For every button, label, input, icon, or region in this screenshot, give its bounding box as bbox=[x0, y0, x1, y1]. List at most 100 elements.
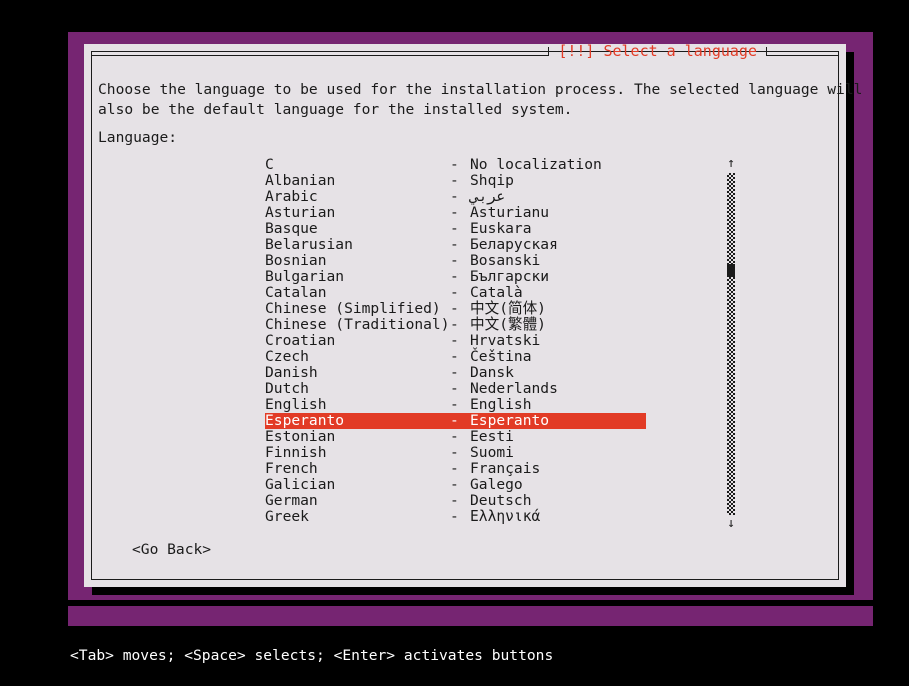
language-list-item[interactable]: Arabic - عربي bbox=[265, 189, 646, 205]
language-list-item[interactable]: Galician - Galego bbox=[265, 477, 646, 493]
language-separator-dash: - bbox=[450, 300, 459, 317]
language-native-name: Esperanto bbox=[470, 412, 550, 429]
language-native-name: Français bbox=[470, 460, 541, 477]
language-list-item[interactable]: Estonian - Eesti bbox=[265, 429, 646, 445]
language-english-name: Belarusian bbox=[265, 236, 353, 253]
language-native-name: No localization bbox=[470, 156, 602, 173]
language-separator-dash: - bbox=[450, 156, 459, 173]
language-list-item[interactable]: Finnish - Suomi bbox=[265, 445, 646, 461]
language-list-item[interactable]: Catalan - Català bbox=[265, 285, 646, 301]
language-english-name: Esperanto bbox=[265, 412, 345, 429]
language-list-scrollbar[interactable]: ↑ ↓ bbox=[724, 157, 738, 531]
language-native-name: Dansk bbox=[470, 364, 514, 381]
language-separator-dash: - bbox=[450, 268, 459, 285]
language-separator-dash: - bbox=[450, 428, 459, 445]
language-native-name: Deutsch bbox=[470, 492, 532, 509]
language-list-item[interactable]: Basque - Euskara bbox=[265, 221, 646, 237]
language-list-item[interactable]: Czech - Čeština bbox=[265, 349, 646, 365]
language-list-item[interactable]: Danish - Dansk bbox=[265, 365, 646, 381]
language-list-item[interactable]: English - English bbox=[265, 397, 646, 413]
language-separator-dash: - bbox=[450, 460, 459, 477]
language-english-name: Albanian bbox=[265, 172, 336, 189]
language-english-name: Catalan bbox=[265, 284, 327, 301]
language-list-item[interactable]: Belarusian - Беларуская bbox=[265, 237, 646, 253]
titlebar-rule-left bbox=[91, 46, 550, 56]
statusbar-hint-text: <Tab> moves; <Space> selects; <Enter> ac… bbox=[70, 647, 554, 664]
language-list-item[interactable]: Dutch - Nederlands bbox=[265, 381, 646, 397]
language-separator-dash: - bbox=[450, 492, 459, 509]
language-list-item[interactable]: Esperanto - Esperanto bbox=[265, 413, 646, 429]
language-native-name: Asturianu bbox=[470, 204, 550, 221]
language-english-name: Croatian bbox=[265, 332, 336, 349]
language-english-name: Bosnian bbox=[265, 252, 327, 269]
language-separator-dash: - bbox=[450, 284, 459, 301]
language-english-name: Danish bbox=[265, 364, 318, 381]
scroll-down-arrow-icon[interactable]: ↓ bbox=[724, 517, 738, 531]
language-english-name: Galician bbox=[265, 476, 336, 493]
select-language-dialog: [!!] Select a language Choose the langua… bbox=[84, 41, 862, 587]
language-english-name: German bbox=[265, 492, 318, 509]
language-native-name: عربي bbox=[470, 188, 506, 205]
language-english-name: Czech bbox=[265, 348, 309, 365]
language-english-name: English bbox=[265, 396, 327, 413]
language-separator-dash: - bbox=[450, 380, 459, 397]
language-english-name: Chinese (Traditional) bbox=[265, 316, 450, 333]
language-separator-dash: - bbox=[450, 412, 459, 429]
language-native-name: English bbox=[470, 396, 532, 413]
language-separator-dash: - bbox=[450, 508, 459, 525]
language-separator-dash: - bbox=[450, 220, 459, 237]
language-english-name: Chinese (Simplified) bbox=[265, 300, 441, 317]
scrollbar-thumb[interactable] bbox=[727, 264, 735, 277]
language-native-name: Беларуская bbox=[470, 236, 558, 253]
language-separator-dash: - bbox=[450, 476, 459, 493]
language-list[interactable]: C - No localization Albanian - Shqip Arabic - عر… bbox=[265, 157, 646, 531]
language-separator-dash: - bbox=[450, 252, 459, 269]
language-list-item[interactable]: Greek - Ελληνικά bbox=[265, 509, 646, 525]
language-native-name: Euskara bbox=[470, 220, 532, 237]
language-list-item[interactable]: Bosnian - Bosanski bbox=[265, 253, 646, 269]
titlebar-rule-right bbox=[766, 46, 839, 56]
language-english-name: French bbox=[265, 460, 318, 477]
language-list-item[interactable]: Bulgarian - Български bbox=[265, 269, 646, 285]
language-english-name: Estonian bbox=[265, 428, 336, 445]
language-native-name: Čeština bbox=[470, 348, 532, 365]
scroll-up-arrow-icon[interactable]: ↑ bbox=[724, 157, 738, 171]
dialog-description-line-2: also be the default language for the ins… bbox=[98, 101, 573, 118]
language-english-name: Bulgarian bbox=[265, 268, 345, 285]
language-separator-dash: - bbox=[450, 204, 459, 221]
language-native-name: Suomi bbox=[470, 444, 514, 461]
language-english-name: Dutch bbox=[265, 380, 309, 397]
language-list-item[interactable]: Croatian - Hrvatski bbox=[265, 333, 646, 349]
language-list-item[interactable]: C - No localization bbox=[265, 157, 646, 173]
dialog-title: [!!] Select a language bbox=[558, 41, 757, 60]
language-list-item[interactable]: Chinese (Simplified) - 中文(简体) bbox=[265, 301, 646, 317]
language-english-name: Greek bbox=[265, 508, 309, 525]
language-english-name: Basque bbox=[265, 220, 318, 237]
language-separator-dash: - bbox=[450, 396, 459, 413]
language-native-name: Eesti bbox=[470, 428, 514, 445]
language-separator-dash: - bbox=[450, 236, 459, 253]
language-list-item[interactable]: Albanian - Shqip bbox=[265, 173, 646, 189]
language-list-item[interactable]: German - Deutsch bbox=[265, 493, 646, 509]
language-separator-dash: - bbox=[450, 364, 459, 381]
scrollbar-track[interactable] bbox=[727, 173, 735, 515]
language-native-name: Ελληνικά bbox=[470, 508, 541, 525]
language-native-name: 中文(简体) bbox=[470, 300, 546, 317]
language-native-name: Shqip bbox=[470, 172, 514, 189]
language-english-name: C bbox=[265, 156, 274, 173]
language-native-name: Nederlands bbox=[470, 380, 558, 397]
language-english-name: Finnish bbox=[265, 444, 327, 461]
language-separator-dash: - bbox=[450, 348, 459, 365]
language-english-name: Arabic bbox=[265, 188, 318, 205]
language-separator-dash: - bbox=[450, 444, 459, 461]
go-back-button[interactable]: <Go Back> bbox=[132, 541, 211, 559]
dialog-titlebar: [!!] Select a language bbox=[91, 41, 839, 60]
language-native-name: Български bbox=[470, 268, 550, 285]
language-list-item[interactable]: French - Français bbox=[265, 461, 646, 477]
language-native-name: Galego bbox=[470, 476, 523, 493]
language-separator-dash: - bbox=[450, 172, 459, 189]
language-list-item[interactable]: Asturian - Asturianu bbox=[265, 205, 646, 221]
statusbar: <Tab> moves; <Space> selects; <Enter> ac… bbox=[68, 606, 873, 664]
language-list-item[interactable]: Chinese (Traditional) - 中文(繁體) bbox=[265, 317, 646, 333]
language-english-name: Asturian bbox=[265, 204, 336, 221]
